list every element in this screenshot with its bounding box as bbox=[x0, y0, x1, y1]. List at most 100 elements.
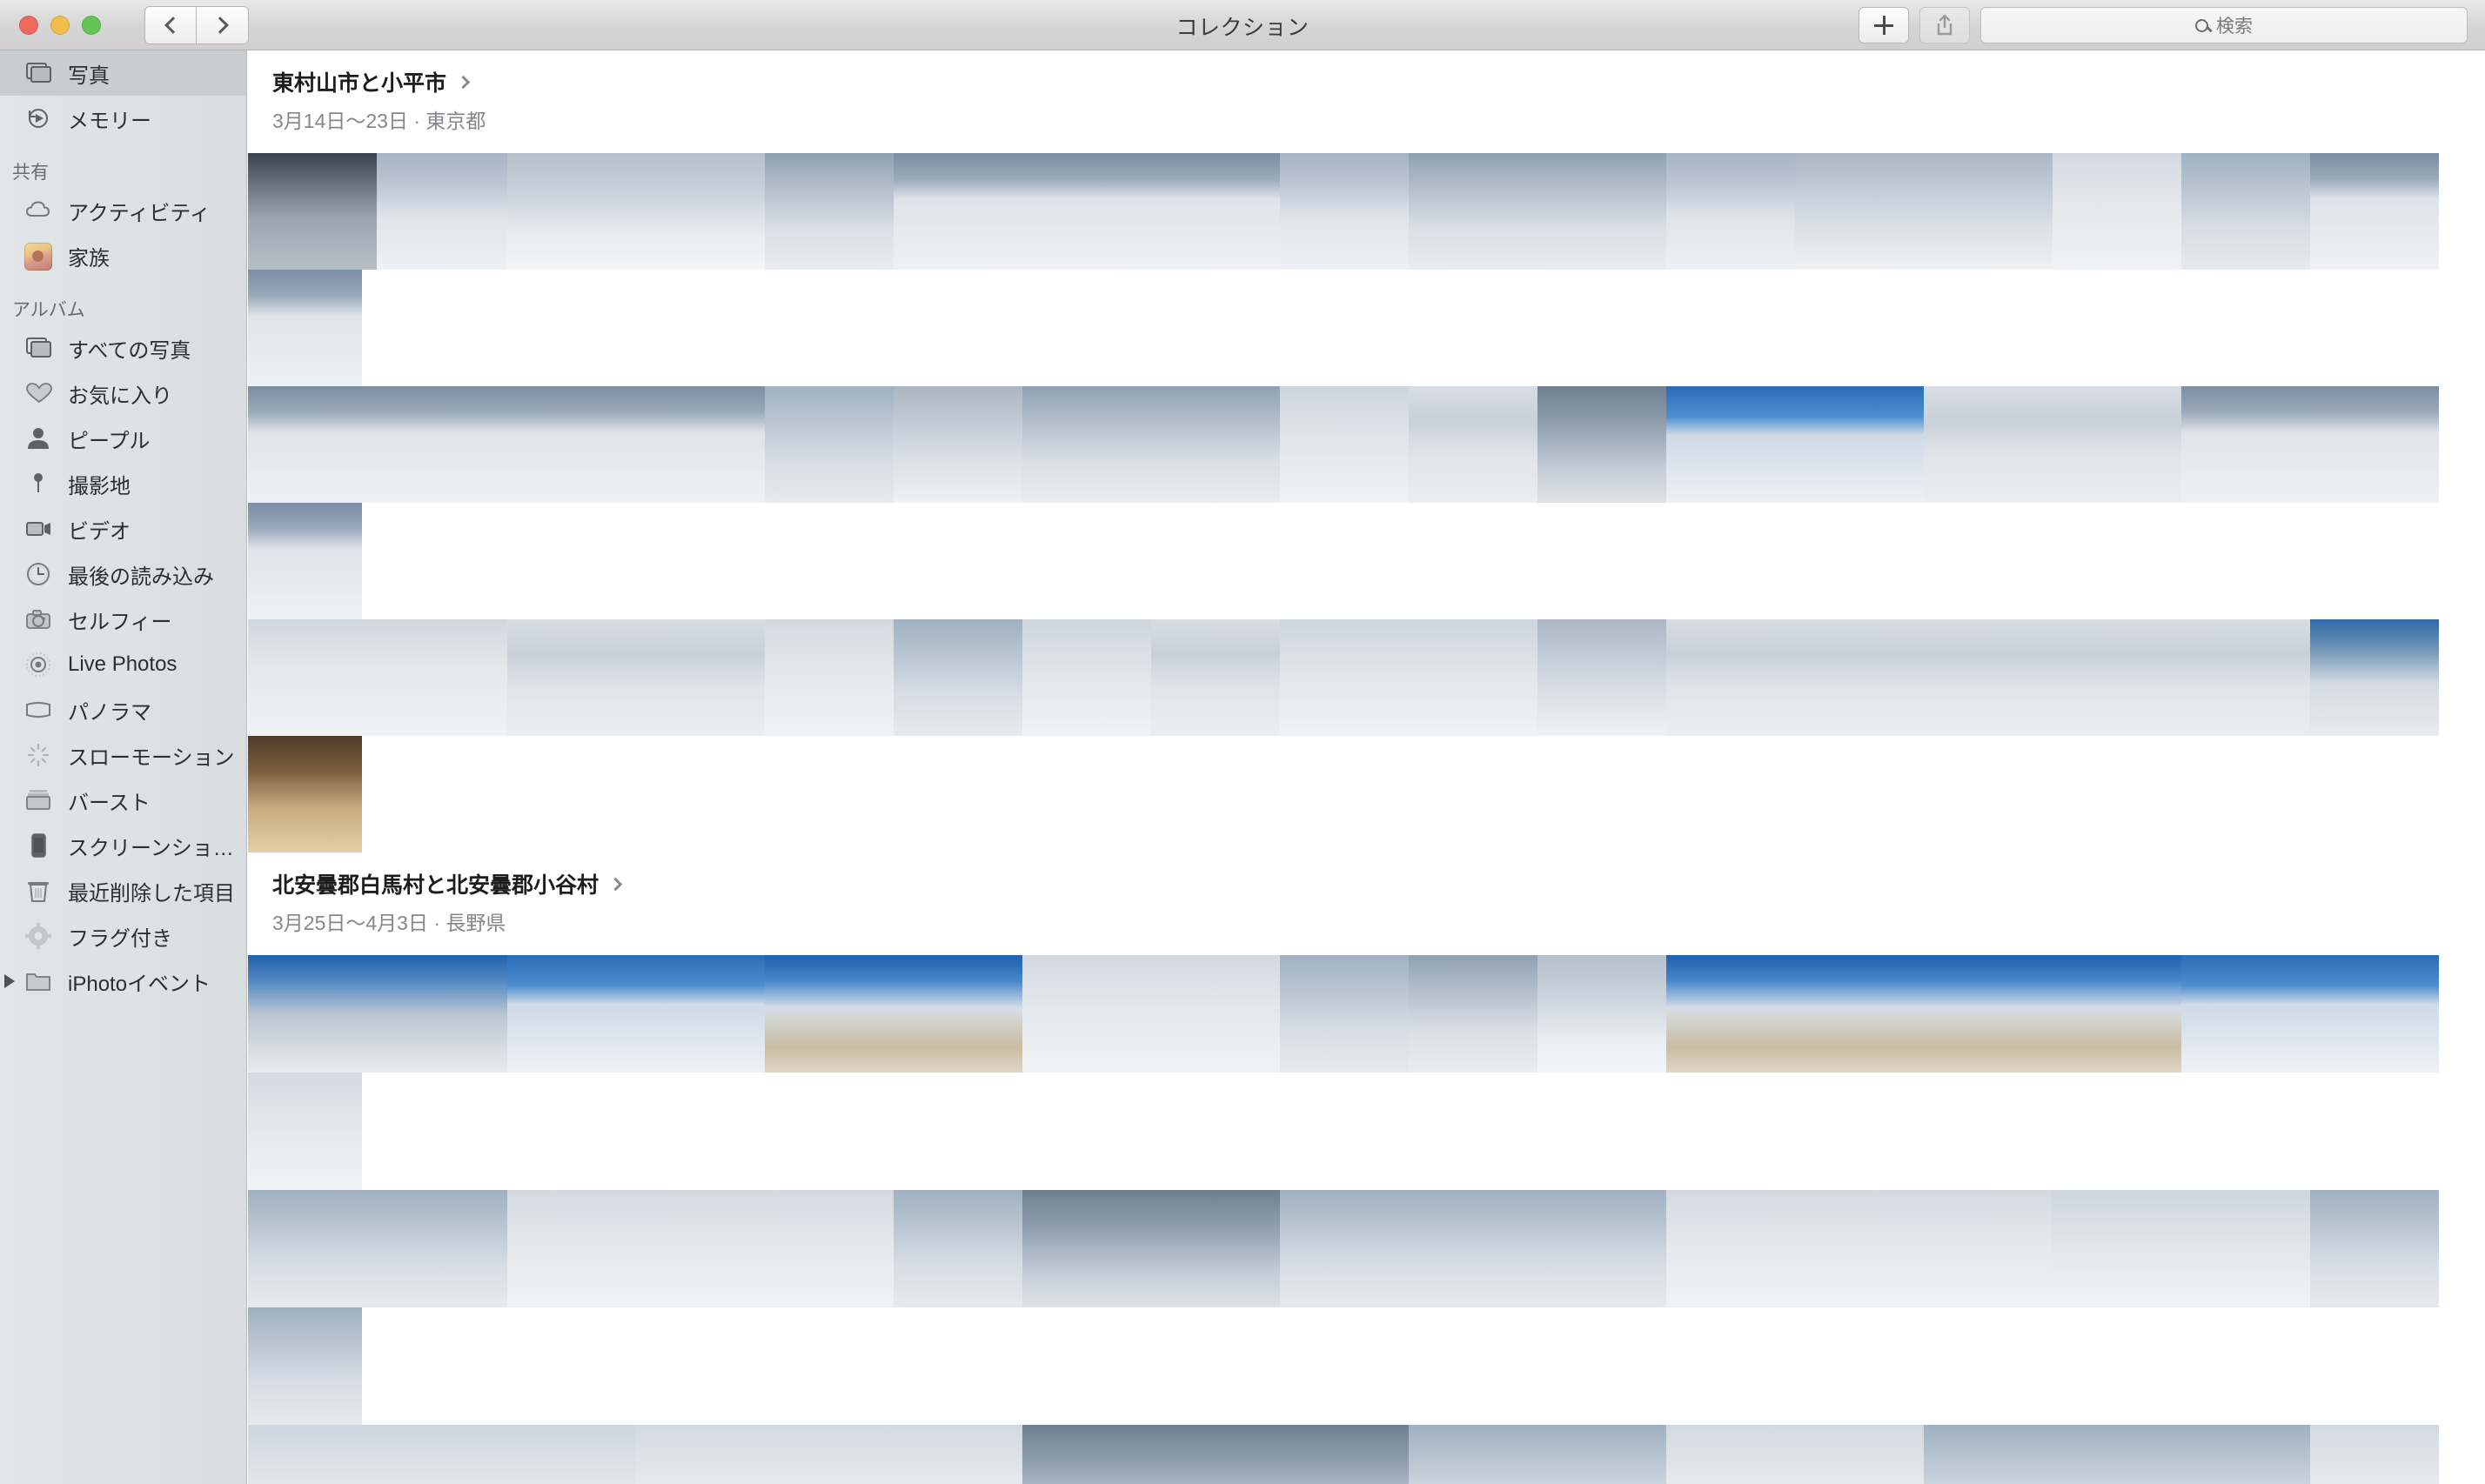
photo-thumbnail[interactable] bbox=[894, 1425, 1022, 1484]
photo-thumbnail[interactable] bbox=[1666, 955, 1795, 1073]
photo-thumbnail[interactable] bbox=[248, 1307, 362, 1425]
sidebar-item-3[interactable]: 撮影地 bbox=[0, 461, 246, 506]
photo-thumbnail[interactable] bbox=[1924, 153, 2053, 270]
photo-thumbnail[interactable] bbox=[2053, 1425, 2181, 1484]
sidebar-item-8[interactable]: パノラマ bbox=[0, 687, 246, 732]
sidebar-item-11[interactable]: スクリーンショ… bbox=[0, 823, 246, 868]
photo-thumbnail[interactable] bbox=[507, 619, 636, 736]
photo-thumbnail[interactable] bbox=[2181, 386, 2310, 503]
photo-thumbnail[interactable] bbox=[507, 1190, 636, 1307]
photo-thumbnail[interactable] bbox=[1537, 386, 1666, 503]
photo-thumbnail[interactable] bbox=[1409, 386, 1537, 503]
photo-thumbnail[interactable] bbox=[2310, 619, 2439, 736]
photo-thumbnail[interactable] bbox=[248, 1073, 362, 1190]
photo-thumbnail[interactable] bbox=[1409, 619, 1537, 736]
photo-thumbnail[interactable] bbox=[1280, 1425, 1409, 1484]
sidebar-item-9[interactable]: スローモーション bbox=[0, 732, 246, 778]
photo-thumbnail[interactable] bbox=[1409, 1425, 1537, 1484]
sidebar-item-10[interactable]: バースト bbox=[0, 778, 246, 823]
sidebar-item-5[interactable]: 最後の読み込み bbox=[0, 551, 246, 597]
sidebar-item-1[interactable]: お気に入り bbox=[0, 371, 246, 416]
photo-thumbnail[interactable] bbox=[1537, 153, 1666, 270]
photo-thumbnail[interactable] bbox=[248, 736, 362, 852]
photo-thumbnail[interactable] bbox=[2181, 1425, 2310, 1484]
photo-thumbnail[interactable] bbox=[1537, 955, 1666, 1073]
photo-thumbnail[interactable] bbox=[1022, 955, 1151, 1073]
photo-thumbnail[interactable] bbox=[1151, 619, 1280, 736]
photo-thumbnail[interactable] bbox=[2310, 955, 2439, 1073]
photo-thumbnail[interactable] bbox=[1795, 153, 1924, 270]
photo-thumbnail[interactable] bbox=[2181, 619, 2310, 736]
photo-thumbnail[interactable] bbox=[1924, 619, 2053, 736]
sidebar-item-2[interactable]: ピープル bbox=[0, 416, 246, 461]
photo-thumbnail[interactable] bbox=[1022, 1425, 1151, 1484]
photo-thumbnail[interactable] bbox=[894, 153, 1022, 270]
photo-thumbnail[interactable] bbox=[765, 1190, 894, 1307]
photo-thumbnail[interactable] bbox=[507, 386, 636, 503]
photo-thumbnail[interactable] bbox=[248, 619, 377, 736]
photo-thumbnail[interactable] bbox=[507, 955, 636, 1073]
chevron-right-icon[interactable] bbox=[456, 75, 471, 89]
photo-thumbnail[interactable] bbox=[377, 955, 507, 1073]
photo-thumbnail[interactable] bbox=[636, 386, 765, 503]
photo-thumbnail[interactable] bbox=[248, 386, 377, 503]
photo-thumbnail[interactable] bbox=[1022, 619, 1151, 736]
photo-thumbnail[interactable] bbox=[1280, 955, 1409, 1073]
photo-thumbnail[interactable] bbox=[636, 619, 765, 736]
photo-thumbnail[interactable] bbox=[2181, 153, 2310, 270]
photo-thumbnail[interactable] bbox=[2310, 386, 2439, 503]
photo-thumbnail[interactable] bbox=[2310, 1425, 2439, 1484]
photo-thumbnail[interactable] bbox=[2310, 153, 2439, 270]
photo-thumbnail[interactable] bbox=[894, 619, 1022, 736]
photo-thumbnail[interactable] bbox=[1151, 153, 1280, 270]
photo-thumbnail[interactable] bbox=[1666, 153, 1795, 270]
sidebar-item-0[interactable]: すべての写真 bbox=[0, 325, 246, 371]
photo-thumbnail[interactable] bbox=[377, 1190, 507, 1307]
photo-thumbnail[interactable] bbox=[1795, 386, 1924, 503]
photos-content-area[interactable]: 東村山市と小平市 3月14日〜23日 · 東京都 北安曇郡白馬村と北安曇郡小谷村 3月… bbox=[248, 50, 2485, 1484]
photo-thumbnail[interactable] bbox=[894, 386, 1022, 503]
photo-thumbnail[interactable] bbox=[1924, 1425, 2053, 1484]
photo-thumbnail[interactable] bbox=[1022, 153, 1151, 270]
sidebar-item-0[interactable]: アクティビティ bbox=[0, 188, 246, 233]
photo-thumbnail[interactable] bbox=[1666, 619, 1795, 736]
photo-thumbnail[interactable] bbox=[1151, 955, 1280, 1073]
photo-thumbnail[interactable] bbox=[2181, 1190, 2310, 1307]
chevron-right-icon[interactable] bbox=[608, 877, 623, 891]
photo-thumbnail[interactable] bbox=[248, 1425, 377, 1484]
photo-thumbnail[interactable] bbox=[1666, 386, 1795, 503]
collection-title-row[interactable]: 東村山市と小平市 bbox=[272, 66, 2485, 97]
photo-thumbnail[interactable] bbox=[765, 153, 894, 270]
photo-thumbnail[interactable] bbox=[636, 153, 765, 270]
photo-thumbnail[interactable] bbox=[2053, 955, 2181, 1073]
add-button[interactable] bbox=[1859, 7, 1909, 43]
photo-thumbnail[interactable] bbox=[1795, 955, 1924, 1073]
photo-thumbnail[interactable] bbox=[1151, 1190, 1280, 1307]
sidebar-item-0[interactable]: 写真 bbox=[0, 50, 246, 96]
search-input[interactable]: 検索 bbox=[1980, 7, 2468, 43]
photo-thumbnail[interactable] bbox=[1151, 1425, 1280, 1484]
photo-thumbnail[interactable] bbox=[1409, 153, 1537, 270]
sidebar-item-1[interactable]: メモリー bbox=[0, 96, 246, 141]
photo-thumbnail[interactable] bbox=[1795, 619, 1924, 736]
photo-thumbnail[interactable] bbox=[1022, 1190, 1151, 1307]
photo-thumbnail[interactable] bbox=[1795, 1190, 1924, 1307]
photo-thumbnail[interactable] bbox=[894, 1190, 1022, 1307]
photo-thumbnail[interactable] bbox=[377, 153, 507, 270]
photo-thumbnail[interactable] bbox=[2053, 1190, 2181, 1307]
photo-thumbnail[interactable] bbox=[377, 619, 507, 736]
photo-thumbnail[interactable] bbox=[1409, 955, 1537, 1073]
photo-thumbnail[interactable] bbox=[377, 1425, 507, 1484]
photo-thumbnail[interactable] bbox=[248, 503, 362, 619]
photo-thumbnail[interactable] bbox=[636, 1425, 765, 1484]
photo-thumbnail[interactable] bbox=[248, 153, 377, 270]
photo-thumbnail[interactable] bbox=[2310, 1190, 2439, 1307]
sidebar-item-14[interactable]: iPhotoイベント bbox=[0, 959, 246, 1004]
photo-thumbnail[interactable] bbox=[1409, 1190, 1537, 1307]
photo-thumbnail[interactable] bbox=[2053, 153, 2181, 270]
photo-thumbnail[interactable] bbox=[894, 955, 1022, 1073]
sidebar-item-6[interactable]: セルフィー bbox=[0, 597, 246, 642]
photo-thumbnail[interactable] bbox=[1537, 1190, 1666, 1307]
photo-thumbnail[interactable] bbox=[1280, 153, 1409, 270]
photo-thumbnail[interactable] bbox=[636, 1190, 765, 1307]
